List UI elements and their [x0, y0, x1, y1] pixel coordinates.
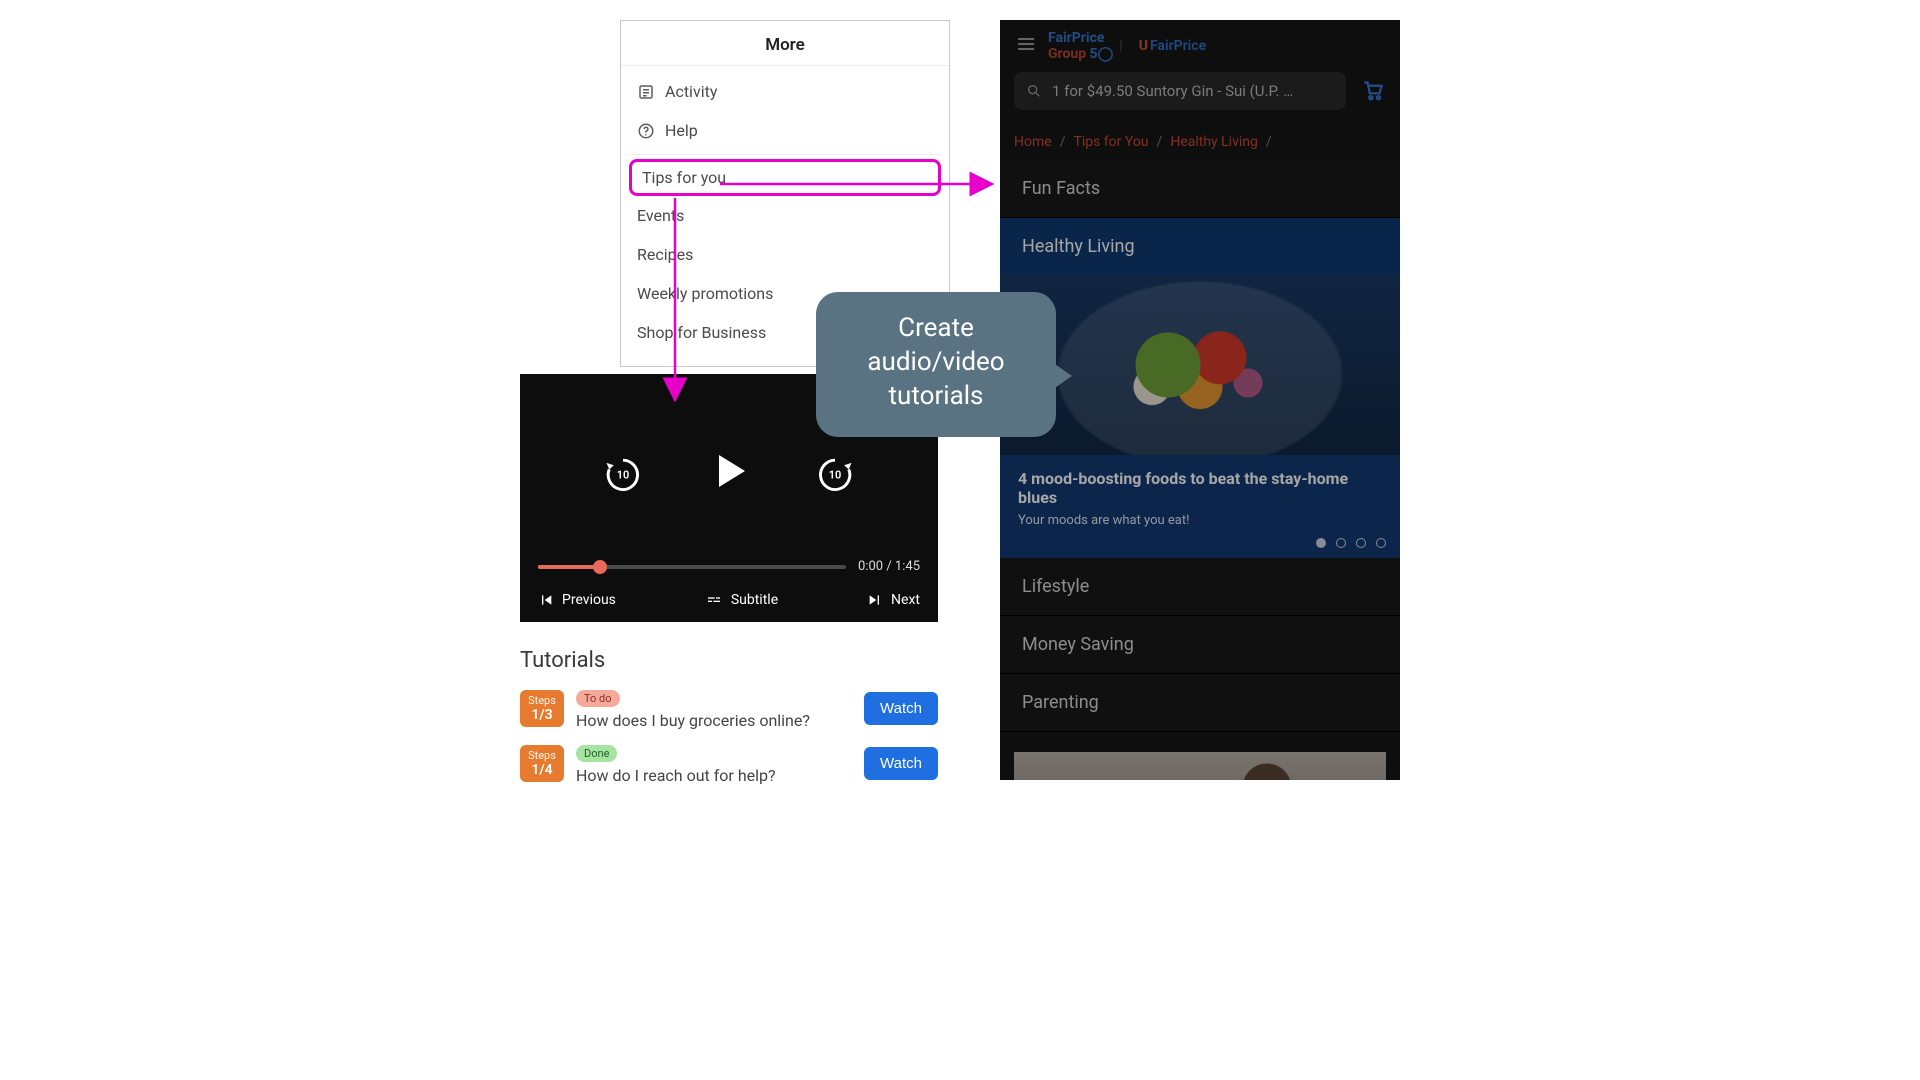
more-item-label: Events	[637, 206, 684, 225]
next-label: Next	[891, 592, 920, 608]
subtitle-button[interactable]: Subtitle	[705, 592, 778, 608]
tab-healthy-living[interactable]: Healthy Living	[1000, 218, 1400, 275]
status-pill-todo: To do	[576, 690, 620, 707]
more-item-label: Shop for Business	[637, 323, 766, 342]
cart-icon[interactable]	[1360, 76, 1386, 106]
forward-seconds-label: 10	[829, 469, 842, 482]
more-item-help[interactable]: Help	[629, 111, 941, 150]
subtitle-label: Subtitle	[731, 592, 778, 608]
more-item-events[interactable]: Events	[629, 196, 941, 235]
annotation-callout: Create audio/video tutorials	[816, 292, 1056, 437]
step-badge: Steps 1/4	[520, 745, 564, 783]
carousel-dot[interactable]	[1316, 538, 1326, 548]
watch-button[interactable]: Watch	[864, 692, 938, 725]
search-input[interactable]: 1 for $49.50 Suntory Gin - Sui (U.P. …	[1014, 72, 1346, 110]
search-text: 1 for $49.50 Suntory Gin - Sui (U.P. …	[1052, 82, 1293, 100]
breadcrumb: Home/ Tips for You/ Healthy Living/	[1000, 120, 1400, 160]
hero-subtitle: Your moods are what you eat!	[1018, 513, 1382, 528]
previous-label: Previous	[562, 592, 616, 608]
carousel-dots[interactable]	[1316, 538, 1386, 548]
step-badge: Steps 1/3	[520, 690, 564, 728]
tutorial-row: Steps 1/4 Done How do I reach out for he…	[520, 736, 938, 791]
tab-money-saving[interactable]: Money Saving	[1000, 616, 1400, 674]
carousel-dot[interactable]	[1336, 538, 1346, 548]
more-item-label: Activity	[665, 82, 717, 101]
previous-button[interactable]: Previous	[538, 592, 616, 608]
fairprice-logo: FairPriceGroup 5◯ | UFairPrice	[1048, 30, 1206, 62]
hero-title: 4 mood-boosting foods to beat the stay-h…	[1018, 469, 1382, 507]
activity-icon	[637, 83, 655, 101]
tab-parenting[interactable]: Parenting	[1000, 674, 1400, 732]
tab-fun-facts[interactable]: Fun Facts	[1000, 160, 1400, 218]
breadcrumb-item[interactable]: Home	[1014, 134, 1052, 150]
tutorial-question: How does I buy groceries online?	[576, 711, 852, 730]
more-item-tips-for-you[interactable]: Tips for you	[629, 159, 941, 196]
fairprice-app: FairPriceGroup 5◯ | UFairPrice 1 for $49…	[1000, 20, 1400, 780]
breadcrumb-item[interactable]: Tips for You	[1073, 134, 1148, 150]
forward-10-button[interactable]: 10	[813, 451, 857, 495]
tutorial-question: How do I reach out for help?	[576, 766, 852, 785]
status-pill-done: Done	[576, 745, 617, 762]
hero-caption: 4 mood-boosting foods to beat the stay-h…	[1000, 455, 1400, 558]
tutorials-heading: Tutorials	[520, 648, 938, 673]
help-icon	[637, 122, 655, 140]
more-item-activity[interactable]: Activity	[629, 72, 941, 111]
hamburger-menu-icon[interactable]	[1014, 32, 1038, 60]
watch-button[interactable]: Watch	[864, 747, 938, 780]
rewind-seconds-label: 10	[617, 469, 630, 482]
next-button[interactable]: Next	[867, 592, 920, 608]
playback-time: 0:00 / 1:45	[858, 559, 920, 574]
seek-slider[interactable]	[538, 565, 846, 569]
rewind-10-button[interactable]: 10	[601, 451, 645, 495]
carousel-dot[interactable]	[1376, 538, 1386, 548]
play-button[interactable]	[705, 447, 753, 499]
carousel-dot[interactable]	[1356, 538, 1366, 548]
article-thumbnail[interactable]	[1014, 752, 1386, 780]
breadcrumb-item[interactable]: Healthy Living	[1170, 134, 1258, 150]
tab-lifestyle[interactable]: Lifestyle	[1000, 558, 1400, 616]
more-item-label: Help	[665, 121, 698, 140]
more-item-label: Tips for you	[642, 168, 726, 187]
tutorial-row: Steps 1/3 To do How does I buy groceries…	[520, 681, 938, 736]
more-item-recipes[interactable]: Recipes	[629, 235, 941, 274]
more-item-label: Recipes	[637, 245, 693, 264]
tutorials-section: Tutorials Steps 1/3 To do How does I buy…	[520, 638, 938, 791]
search-icon	[1026, 83, 1042, 99]
more-item-label: Weekly promotions	[637, 284, 773, 303]
more-menu-title: More	[621, 21, 949, 66]
